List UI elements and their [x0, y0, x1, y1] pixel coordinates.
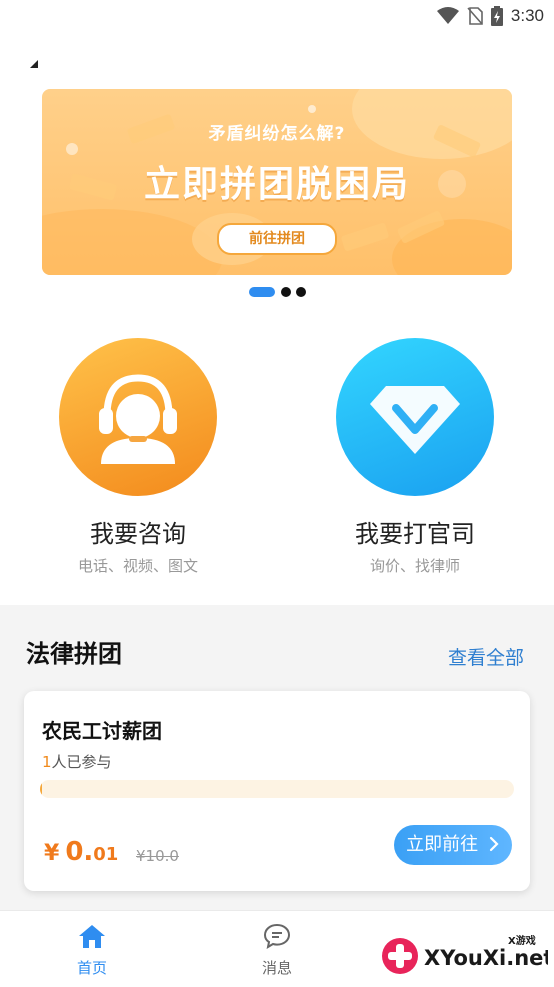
banner-title: 立即拼团脱困局 — [143, 164, 410, 205]
go-now-button[interactable]: 立即前往 — [394, 825, 512, 865]
battery-icon — [490, 6, 503, 26]
lawsuit-subtitle: 询价、找律师 — [369, 557, 460, 575]
wifi-icon — [436, 7, 459, 24]
joined-number: 1 — [42, 753, 52, 771]
consult-subtitle: 电话、视频、图文 — [77, 557, 198, 575]
group-progress-fill — [40, 780, 43, 798]
svg-text:XYouXi.net: XYouXi.net — [424, 946, 548, 970]
joined-count: 1人已参与 — [42, 751, 112, 772]
svg-text:X游戏: X游戏 — [508, 934, 536, 947]
tab-messages[interactable]: 消息 — [227, 923, 327, 978]
tab-messages-label: 消息 — [261, 959, 292, 977]
banner-join-button[interactable]: 前往拼团 — [217, 223, 337, 255]
banner-subtitle: 矛盾纠纷怎么解? — [208, 124, 346, 144]
go-now-label: 立即前往 — [406, 834, 479, 855]
consult-entry[interactable]: 我要咨询 电话、视频、图文 — [38, 338, 238, 576]
group-card[interactable]: 农民工讨薪团 1人已参与 ¥0.01 ¥10.0 立即前往 — [24, 691, 530, 891]
consult-icon[interactable] — [59, 338, 217, 496]
lawsuit-icon[interactable] — [336, 338, 494, 496]
carousel-dot[interactable] — [296, 287, 306, 297]
status-time: 3:30 — [510, 6, 544, 25]
price-integer: 0. — [65, 837, 94, 867]
lawsuit-entry[interactable]: 我要打官司 询价、找律师 — [315, 338, 515, 576]
section-title: 法律拼团 — [26, 640, 122, 668]
view-all-link[interactable]: 查看全部 — [448, 643, 524, 670]
group-price: ¥0.01 — [44, 837, 118, 867]
watermark: XYouXi.net X游戏 — [378, 930, 553, 980]
tab-home-label: 首页 — [76, 959, 107, 977]
consult-title: 我要咨询 — [90, 520, 186, 548]
price-decimal: 01 — [93, 844, 119, 865]
carousel-dot-active[interactable] — [249, 287, 275, 297]
status-icons: 3:30 — [436, 6, 544, 26]
message-icon — [263, 923, 291, 950]
group-progress-bar — [40, 780, 514, 798]
price-symbol: ¥ — [44, 841, 60, 866]
watermark-logo-icon: XYouXi.net X游戏 — [382, 934, 553, 974]
lawsuit-title: 我要打官司 — [355, 520, 475, 548]
status-bar: 3:30 — [0, 0, 554, 34]
promo-banner[interactable]: 矛盾纠纷怎么解? 立即拼团脱困局 前往拼团 — [42, 89, 512, 275]
no-sim-icon — [467, 7, 483, 25]
back-caret-icon[interactable] — [30, 60, 38, 68]
carousel-indicator — [0, 287, 554, 299]
joined-suffix: 人已参与 — [51, 753, 112, 771]
original-price: ¥10.0 — [136, 847, 179, 865]
carousel-dot[interactable] — [281, 287, 291, 297]
group-title: 农民工讨薪团 — [42, 719, 162, 743]
chevron-right-icon — [489, 836, 499, 852]
home-icon — [79, 925, 105, 948]
tab-home[interactable]: 首页 — [42, 923, 142, 978]
